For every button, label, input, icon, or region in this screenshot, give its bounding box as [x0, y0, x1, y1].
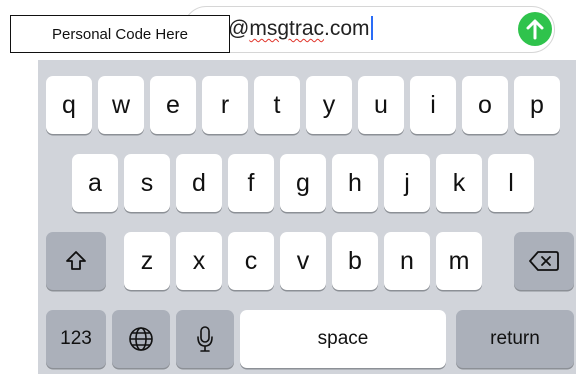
key-b[interactable]: b [332, 232, 378, 290]
key-j[interactable]: j [384, 154, 430, 212]
key-w[interactable]: w [98, 76, 144, 134]
key-t[interactable]: t [254, 76, 300, 134]
personal-code-label: Personal Code Here [10, 15, 230, 53]
screen: @msgtrac.com Personal Code Here q w e r … [0, 0, 576, 374]
numbers-key[interactable]: 123 [46, 310, 106, 368]
key-d[interactable]: d [176, 154, 222, 212]
key-n[interactable]: n [384, 232, 430, 290]
key-z[interactable]: z [124, 232, 170, 290]
key-f[interactable]: f [228, 154, 274, 212]
key-k[interactable]: k [436, 154, 482, 212]
arrow-up-icon [526, 19, 544, 40]
key-h[interactable]: h [332, 154, 378, 212]
input-domain: msgtrac [249, 17, 325, 40]
backspace-icon [529, 251, 559, 271]
message-input[interactable]: @msgtrac.com [183, 6, 555, 53]
space-key[interactable]: space [240, 310, 446, 368]
key-m[interactable]: m [436, 232, 482, 290]
globe-key[interactable] [112, 310, 170, 368]
key-q[interactable]: q [46, 76, 92, 134]
send-button[interactable] [518, 12, 552, 46]
keyboard: q w e r t y u i o p a s d f g h j k l z … [38, 60, 576, 374]
key-l[interactable]: l [488, 154, 534, 212]
text-caret [370, 16, 373, 40]
key-o[interactable]: o [462, 76, 508, 134]
key-r[interactable]: r [202, 76, 248, 134]
shift-icon [66, 251, 86, 270]
key-a[interactable]: a [72, 154, 118, 212]
key-y[interactable]: y [306, 76, 352, 134]
key-p[interactable]: p [514, 76, 560, 134]
microphone-key[interactable] [176, 310, 234, 368]
key-i[interactable]: i [410, 76, 456, 134]
key-s[interactable]: s [124, 154, 170, 212]
key-g[interactable]: g [280, 154, 326, 212]
key-x[interactable]: x [176, 232, 222, 290]
microphone-icon [197, 326, 213, 352]
return-key[interactable]: return [456, 310, 574, 368]
globe-icon [129, 327, 153, 351]
key-c[interactable]: c [228, 232, 274, 290]
key-e[interactable]: e [150, 76, 196, 134]
input-prefix: @ [228, 17, 250, 40]
key-v[interactable]: v [280, 232, 326, 290]
message-input-text[interactable]: @msgtrac.com [228, 16, 373, 42]
key-u[interactable]: u [358, 76, 404, 134]
input-suffix: .com [324, 17, 370, 40]
shift-key[interactable] [46, 232, 106, 290]
delete-key[interactable] [514, 232, 574, 290]
